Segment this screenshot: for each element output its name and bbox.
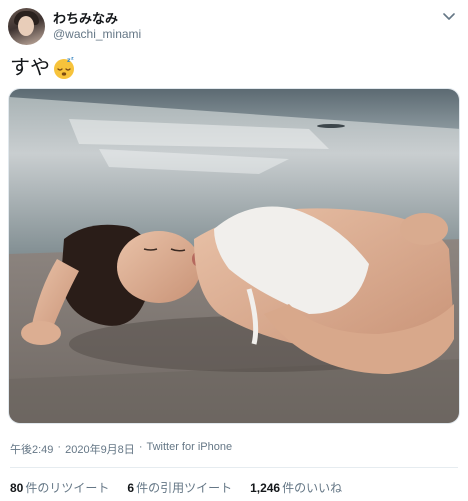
avatar-face [18,15,34,36]
quotes-label: 件の引用ツイート [136,481,233,495]
display-name[interactable]: わちみなみ [53,11,141,27]
retweets-count: 80 [10,481,24,495]
tweet-time[interactable]: 午後2:49 [10,441,53,457]
tweet-text: すや z z [10,55,76,81]
likes-count: 1,246 [250,481,281,495]
svg-text:z: z [71,57,74,62]
user-handle[interactable]: @wachi_minami [53,27,141,42]
tweet-photo[interactable] [8,88,460,424]
retweets-label: 件のリツイート [25,481,110,495]
more-options-chevron-icon[interactable] [442,10,456,24]
author-names: わちみなみ @wachi_minami [53,11,141,42]
meta-separator: · [138,441,143,453]
tweet-header: わちみなみ @wachi_minami [8,6,141,46]
likes-stat[interactable]: 1,246 件のいいね [250,479,342,496]
avatar[interactable] [8,7,45,45]
divider [10,467,458,468]
photo-illustration [9,89,459,423]
tweet-source-link[interactable]: Twitter for iPhone [146,441,232,457]
tweet-card: わちみなみ @wachi_minami すや z z 午後2:49 · 2020… [0,0,468,501]
meta-separator: · [57,441,62,453]
tweet-stats: 80 件のリツイート 6 件の引用ツイート 1,246 件のいいね [10,479,342,496]
quotes-stat[interactable]: 6 件の引用ツイート [127,479,232,496]
tweet-date[interactable]: 2020年9月8日 [65,441,135,457]
sleeping-face-icon: z z [52,56,76,80]
tweet-meta: 午後2:49 · 2020年9月8日 · Twitter for iPhone [10,441,232,457]
tweet-text-body: すや [10,57,50,79]
quotes-count: 6 [127,481,135,495]
retweets-stat[interactable]: 80 件のリツイート [10,479,109,496]
likes-label: 件のいいね [282,481,343,495]
